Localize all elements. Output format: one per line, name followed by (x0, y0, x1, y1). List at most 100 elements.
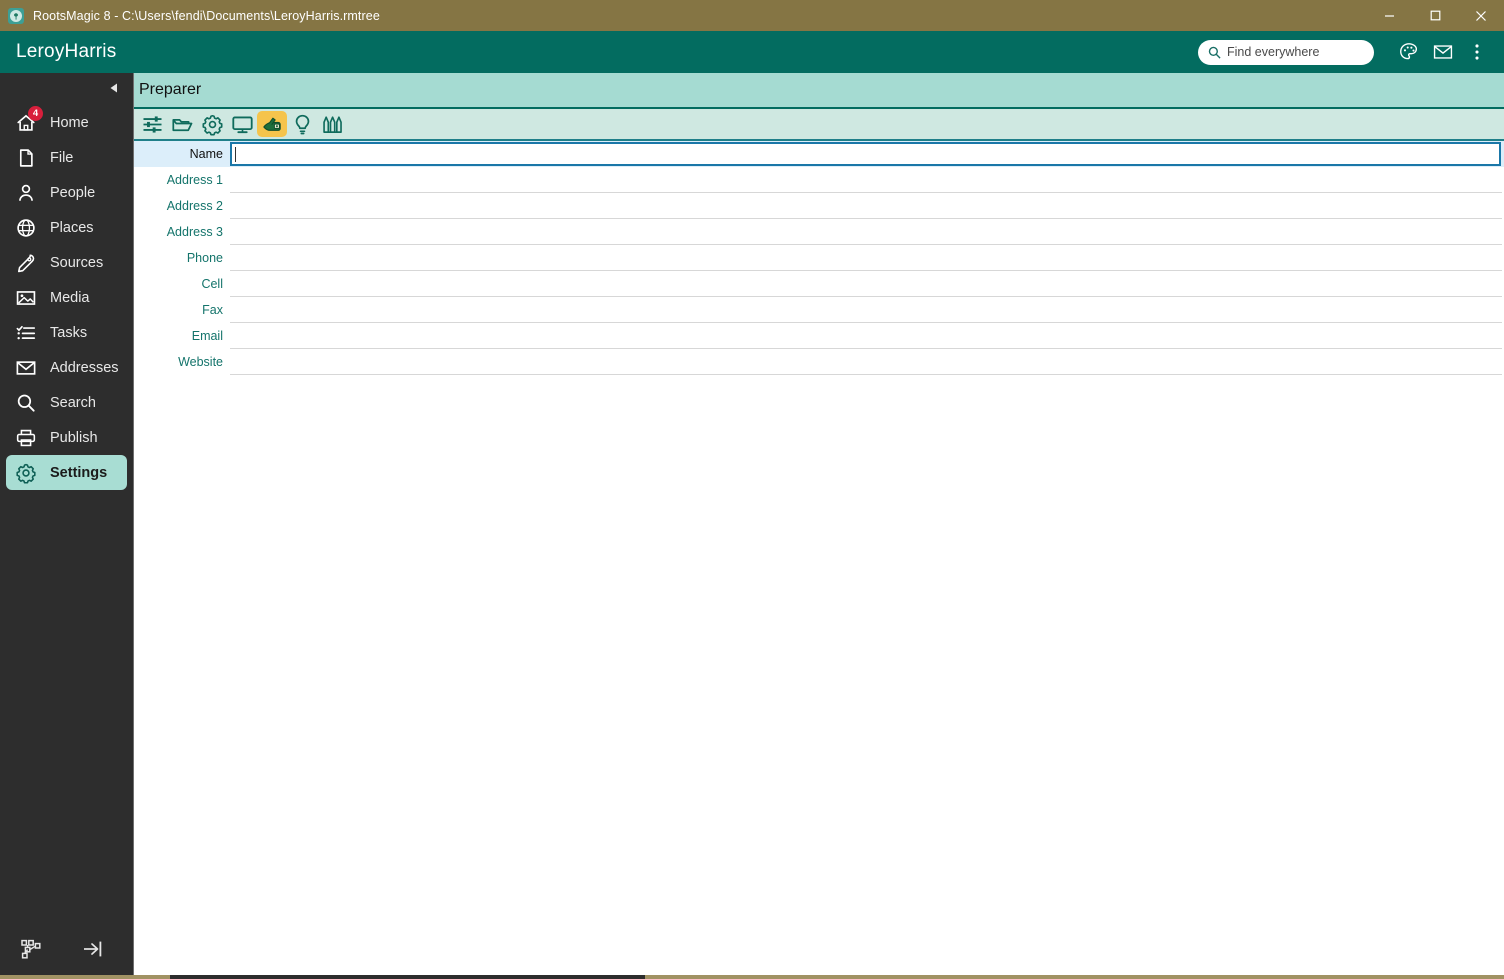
preparer-form: Name Address 1 Address 2 Address 3 Phone… (133, 141, 1504, 375)
tree-name: LeroyHarris (16, 41, 117, 62)
field-underline (230, 374, 1502, 375)
rootsmagic-window: RootsMagic 8 - C:\Users\fendi\Documents\… (0, 0, 1504, 979)
globe-icon (15, 217, 41, 239)
sidebar-item-label: Media (50, 289, 90, 306)
address1-input[interactable] (230, 167, 1504, 193)
home-icon: 4 (15, 105, 43, 134)
folder-icon[interactable] (167, 111, 197, 137)
field-label: Phone (186, 251, 223, 265)
email-input[interactable] (230, 323, 1504, 349)
field-label: Address 3 (166, 225, 223, 239)
field-row-fax: Fax (133, 297, 1504, 323)
sidebar-item-label: Places (50, 219, 94, 236)
sidebar-item-label: Publish (50, 429, 98, 446)
settings-toolbar (133, 109, 1504, 141)
search-placeholder: Find everywhere (1227, 45, 1320, 59)
home-badge: 4 (28, 105, 43, 121)
image-icon (15, 287, 41, 309)
preparer-icon[interactable] (257, 111, 287, 137)
sidebar-nav: 4 Home File People Places Sources Media … (0, 105, 133, 490)
field-label: Address 2 (166, 199, 223, 213)
sidebar-item-sources[interactable]: Sources (6, 245, 127, 280)
address3-input[interactable] (230, 219, 1504, 245)
collapse-left-icon (110, 83, 117, 93)
sidebar-item-settings[interactable]: Settings (6, 455, 127, 490)
close-button[interactable] (1458, 0, 1504, 31)
minimize-button[interactable] (1366, 0, 1412, 31)
sidebar-item-label: Tasks (50, 324, 88, 341)
sidebar-item-label: Search (50, 394, 96, 411)
page-title: Preparer (139, 81, 202, 98)
sidebar-item-media[interactable]: Media (6, 280, 127, 315)
sidebar-item-home[interactable]: 4 Home (6, 105, 127, 140)
field-label: Fax (202, 303, 223, 317)
sidebar-item-addresses[interactable]: Addresses (6, 350, 127, 385)
page-header: Preparer (133, 73, 1504, 109)
field-row-address1: Address 1 (133, 167, 1504, 193)
sidebar-item-label: Addresses (50, 359, 119, 376)
sidebar-item-places[interactable]: Places (6, 210, 127, 245)
field-label: Address 1 (166, 173, 223, 187)
magnifier-icon (15, 392, 41, 414)
field-row-address2: Address 2 (133, 193, 1504, 219)
search-input[interactable]: Find everywhere (1198, 39, 1374, 65)
sidebar-item-tasks[interactable]: Tasks (6, 315, 127, 350)
field-row-phone: Phone (133, 245, 1504, 271)
window-titlebar: RootsMagic 8 - C:\Users\fendi\Documents\… (0, 0, 1504, 31)
sidebar-item-label: People (50, 184, 96, 201)
gear-icon[interactable] (197, 111, 227, 137)
window-title: RootsMagic 8 - C:\Users\fendi\Documents\… (33, 8, 380, 23)
envelope-icon (15, 357, 41, 379)
field-row-name: Name (133, 141, 1504, 167)
field-label: Cell (201, 277, 223, 291)
file-icon (15, 147, 41, 169)
kebab-menu-icon[interactable] (1460, 31, 1494, 73)
palette-icon[interactable] (1392, 31, 1426, 73)
field-row-email: Email (133, 323, 1504, 349)
app-header: LeroyHarris Find everywhere (0, 31, 1504, 73)
collapse-panel-icon[interactable] (62, 929, 124, 969)
fax-input[interactable] (230, 297, 1504, 323)
address2-input[interactable] (230, 193, 1504, 219)
field-row-cell: Cell (133, 271, 1504, 297)
name-input[interactable] (230, 142, 1501, 166)
monitor-icon[interactable] (227, 111, 257, 137)
sidebar-item-file[interactable]: File (6, 140, 127, 175)
books-icon[interactable] (317, 111, 347, 137)
sliders-icon[interactable] (137, 111, 167, 137)
content-area: Preparer Name Address 1 Address 2 Addres… (133, 73, 1504, 979)
sidebar-item-publish[interactable]: Publish (6, 420, 127, 455)
sidebar-bottom-bar (0, 925, 133, 973)
sidebar-item-label: Sources (50, 254, 104, 271)
checklist-icon (15, 322, 41, 344)
lightbulb-icon[interactable] (287, 111, 317, 137)
taskbar-sliver (170, 975, 645, 979)
field-label: Name (133, 141, 230, 167)
printer-icon (15, 427, 41, 449)
family-tree-icon[interactable] (0, 929, 62, 969)
sidebar-item-label: File (50, 149, 74, 166)
content-divider (133, 73, 134, 979)
field-row-website: Website (133, 349, 1504, 375)
pen-icon (15, 252, 41, 274)
mail-icon[interactable] (1426, 31, 1460, 73)
field-label: Website (178, 355, 223, 369)
sidebar-collapse-button[interactable] (0, 73, 133, 103)
header-actions: Find everywhere (1198, 31, 1494, 73)
website-input[interactable] (230, 349, 1504, 375)
sidebar-item-people[interactable]: People (6, 175, 127, 210)
sidebar-item-search[interactable]: Search (6, 385, 127, 420)
field-label: Email (191, 329, 223, 343)
maximize-button[interactable] (1412, 0, 1458, 31)
sidebar-item-label: Settings (50, 464, 108, 481)
gear-icon (15, 462, 41, 484)
sidebar: 4 Home File People Places Sources Media … (0, 73, 133, 979)
field-input-wrap (230, 141, 1504, 167)
phone-input[interactable] (230, 245, 1504, 271)
window-controls (1366, 0, 1504, 31)
sidebar-item-label: Home (50, 114, 89, 131)
text-caret (235, 146, 236, 162)
people-icon (15, 182, 41, 204)
cell-input[interactable] (230, 271, 1504, 297)
search-icon (1208, 46, 1221, 59)
